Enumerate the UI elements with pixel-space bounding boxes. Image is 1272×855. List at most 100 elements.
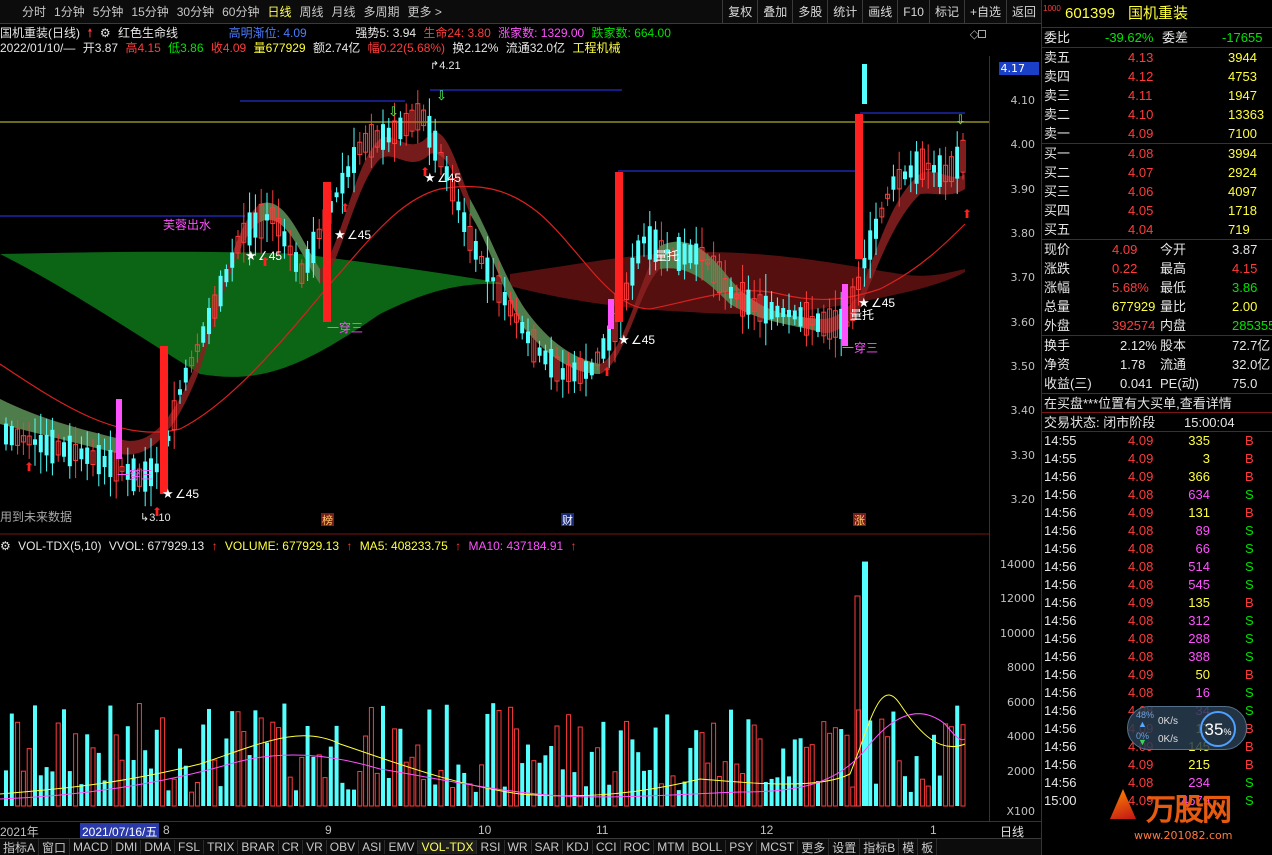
period-tab-6[interactable]: 日线 [263, 3, 295, 20]
indicator-tab-23[interactable]: MCST [757, 840, 799, 854]
period-tab-8[interactable]: 月线 [328, 3, 360, 20]
up-arrow-icon: ↑ [570, 539, 577, 553]
notice-text[interactable]: 在买盘***位置有大买单,查看详情 [1044, 394, 1232, 413]
indicator-tab-4[interactable]: DMA [141, 840, 176, 854]
candle-body [584, 361, 588, 379]
indicator-tab-0[interactable]: 指标A [0, 839, 40, 855]
volume-bar [171, 778, 177, 807]
indicator-tab-21[interactable]: BOLL [689, 840, 727, 854]
kline-svg[interactable]: 芙蓉出水用到未来数据↱4.21↳3.10一穿三一穿三一穿三★ ∠45★ ∠45★ ∠4… [0, 24, 1041, 838]
indicator-tab-12[interactable]: EMV [385, 840, 419, 854]
tick-list[interactable]: 14:55 4.09 335 B 14:55 4.09 3 B 14:56 4.09 366 B 14:… [1042, 431, 1272, 810]
tick-time: 14:56 [1044, 505, 1077, 520]
tick-volume: 388 [1188, 649, 1210, 664]
period-tab-3[interactable]: 15分钟 [127, 3, 172, 20]
indicator-tab-22[interactable]: PSY [726, 840, 758, 854]
volume-bar [218, 786, 223, 806]
indicator-tab-2[interactable]: MACD [70, 840, 113, 854]
volume-bar [270, 721, 276, 807]
indicator-tab-16[interactable]: SAR [532, 840, 564, 854]
price-tick: 3.30 [1010, 448, 1036, 462]
indicator-tab-18[interactable]: CCI [593, 840, 621, 854]
toolbar-button-7[interactable]: +自选 [963, 0, 1006, 24]
tick-side: S [1245, 523, 1254, 538]
indicator-tab-28[interactable]: 板 [918, 839, 938, 855]
period-tab-7[interactable]: 周线 [295, 3, 327, 20]
period-tab-1[interactable]: 1分钟 [50, 3, 89, 20]
settings-icon-vol[interactable]: ⚙ [0, 539, 11, 553]
volume-bar [381, 705, 385, 806]
toolbar-button-6[interactable]: 标记 [928, 0, 964, 24]
net-speed-widget[interactable]: 48% ▲ 0K/s 0% ▼ 0K/s 35% [1127, 706, 1247, 750]
stat-value: 2.00 [1232, 299, 1258, 314]
annotation-angle: ∠45 [347, 228, 371, 242]
tick-volume: 131 [1188, 505, 1210, 520]
period-tab-10[interactable]: 更多 > [404, 3, 446, 20]
indicator-tab-10[interactable]: OBV [327, 840, 360, 854]
candle-body [427, 115, 432, 148]
volume-bar [438, 769, 444, 807]
tick-side: B [1245, 667, 1254, 682]
indicator-tab-5[interactable]: FSL [175, 840, 205, 854]
volume-bar [624, 720, 630, 807]
period-tab-5[interactable]: 60分钟 [218, 3, 263, 20]
toolbar-button-4[interactable]: 画线 [862, 0, 897, 24]
ask-price: 4.13 [1128, 50, 1154, 65]
tick-side: S [1245, 559, 1254, 574]
tick-time: 14:56 [1044, 559, 1077, 574]
stock-name-panel: 国机重装 [1128, 5, 1189, 22]
tick-time: 14:55 [1044, 433, 1077, 448]
indicator-tab-7[interactable]: BRAR [238, 840, 279, 854]
indicator-tab-20[interactable]: MTM [654, 840, 689, 854]
volume-bar [125, 726, 130, 806]
volume-bar [734, 763, 740, 807]
volume-tick: 6000 [1007, 695, 1035, 709]
indicator-tab-19[interactable]: ROC [621, 840, 655, 854]
candle-body [862, 64, 867, 104]
period-tab-0[interactable]: 分时 [18, 3, 50, 20]
sell-arrow-icon: ⇩ [955, 112, 966, 127]
candle-body [334, 192, 339, 198]
indicator-tab-15[interactable]: WR [505, 840, 532, 854]
indicator-tab-14[interactable]: RSI [477, 840, 505, 854]
indicator-tab-1[interactable]: 窗口 [39, 839, 71, 855]
indicator-tab-26[interactable]: 指标B [860, 839, 900, 855]
tick-volume: 50 [1195, 667, 1210, 682]
indicator-tab-6[interactable]: TRIX [204, 840, 239, 854]
tick-price: 4.08 [1128, 613, 1154, 628]
volume-bar [647, 770, 652, 806]
indicator-tab-17[interactable]: KDJ [563, 840, 593, 854]
period-tab-9[interactable]: 多周期 [360, 3, 404, 20]
indicator-tab-8[interactable]: CR [279, 840, 304, 854]
weibi-row: 委比 -39.62% 委差 -17655 [1042, 28, 1272, 47]
tick-time: 14:56 [1044, 595, 1077, 610]
period-tab-4[interactable]: 30分钟 [173, 3, 218, 20]
notice-row[interactable]: 在买盘***位置有大买单,查看详情 [1042, 393, 1272, 412]
toolbar-button-5[interactable]: F10 [897, 0, 929, 24]
bid-label: 买三 [1044, 184, 1071, 199]
toolbar-button-8[interactable]: 返回 [1005, 0, 1041, 24]
toolbar-button-0[interactable]: 复权 [722, 0, 757, 24]
toolbar-button-1[interactable]: 叠加 [757, 0, 792, 24]
tick-price: 4.08 [1128, 631, 1154, 646]
volume-indicator-name[interactable]: VOL-TDX(5,10) [18, 539, 101, 553]
indicator-tab-24[interactable]: 更多 [798, 839, 830, 855]
indicator-tab-13[interactable]: VOL-TDX [418, 840, 478, 854]
candle-body [775, 305, 780, 318]
volume-bar [803, 746, 809, 807]
toolbar-button-3[interactable]: 统计 [827, 0, 862, 24]
volume-bar [699, 732, 705, 807]
indicator-tab-3[interactable]: DMI [112, 840, 142, 854]
indicator-tab-27[interactable]: 模 [899, 839, 919, 855]
candle-body [502, 292, 507, 306]
volume-bar [386, 777, 391, 806]
cpu-value: 35 [1204, 720, 1224, 739]
ask-volume: 4753 [1228, 69, 1257, 84]
indicator-tab-9[interactable]: VR [303, 840, 327, 854]
indicator-tab-25[interactable]: 设置 [829, 839, 861, 855]
bid-row: 买二 4.07 2924 [1042, 163, 1272, 182]
toolbar-button-2[interactable]: 多股 [792, 0, 827, 24]
tick-volume: 366 [1188, 469, 1210, 484]
period-tab-2[interactable]: 5分钟 [89, 3, 128, 20]
indicator-tab-11[interactable]: ASI [359, 840, 386, 854]
